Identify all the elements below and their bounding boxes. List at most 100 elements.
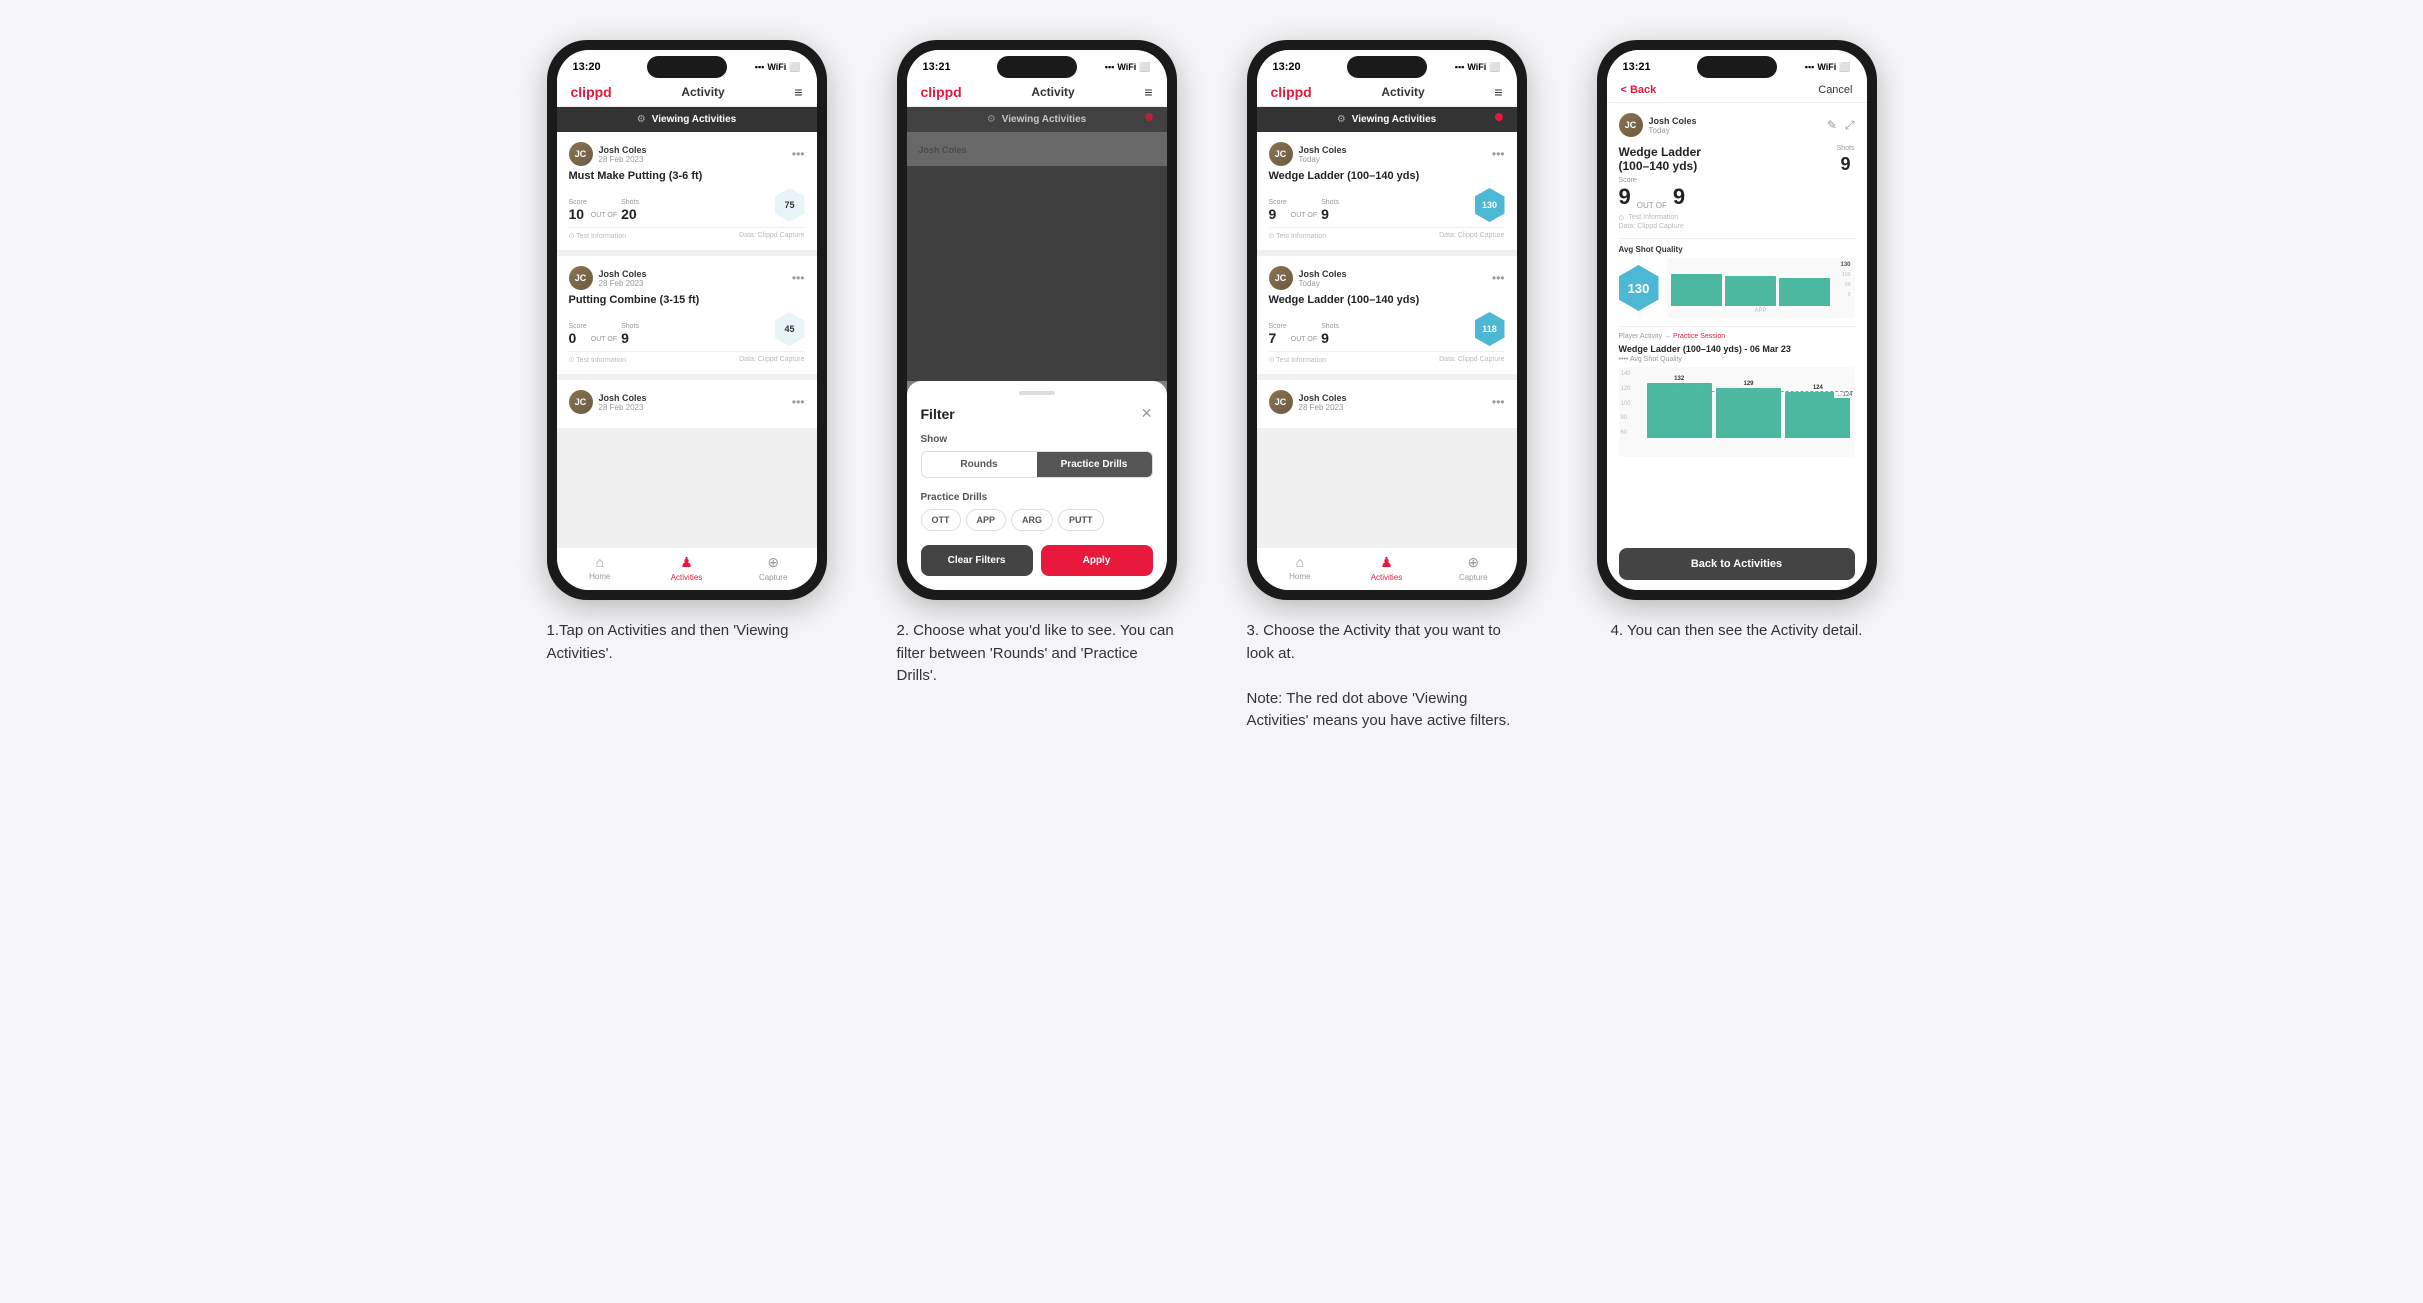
app-logo-1: clippd [571, 84, 612, 100]
score-val-1-2: 0 [569, 330, 587, 346]
filter-sheet: Filter ✕ Show Rounds Practice Drills Pra… [907, 381, 1167, 590]
app-navbar-3: clippd Activity ≡ [1257, 78, 1517, 107]
detail-score-shots-block: Shots 9 [1837, 145, 1855, 175]
wifi-icon-2: WiFi [1117, 62, 1136, 72]
y-axis: 140 120 100 80 60 [1621, 371, 1631, 436]
phone-1: 13:20 ▪▪▪ WiFi ⬜ clippd Activity ≡ ⚙ V [547, 40, 827, 600]
out-of-1-2: OUT OF [591, 336, 617, 343]
detail-out-of: OUT OF [1637, 201, 1667, 210]
nav-title-3: Activity [1381, 85, 1424, 99]
caption-3: 3. Choose the Activity that you want to … [1247, 620, 1527, 733]
nav-activities-1[interactable]: ♟ Activities [643, 554, 730, 582]
more-icon-1-1[interactable]: ••• [792, 147, 805, 161]
card-name-3-3: Josh Coles [1299, 393, 1347, 403]
close-filter-button[interactable]: ✕ [1141, 405, 1153, 422]
out-of-1-1: OUT OF [591, 212, 617, 219]
card-user-info-3-2: JC Josh Coles Today [1269, 266, 1347, 290]
rounds-tab[interactable]: Rounds [922, 452, 1037, 477]
practice-drills-tab[interactable]: Practice Drills [1037, 452, 1152, 477]
session-bar-col-2: 129 [1716, 381, 1781, 438]
hamburger-icon-2[interactable]: ≡ [1144, 84, 1152, 100]
more-icon-1-3[interactable]: ••• [792, 395, 805, 409]
capture-icon-1: ⊕ [767, 554, 779, 571]
shots-val-3-1: 9 [1321, 206, 1339, 222]
chip-ott[interactable]: OTT [921, 509, 961, 531]
viewing-banner-3[interactable]: ⚙ Viewing Activities [1257, 107, 1517, 132]
card-date-1-3: 28 Feb 2023 [599, 403, 647, 412]
stats-row-3-2: Score 7 OUT OF Shots 9 118 [1269, 312, 1505, 346]
more-icon-3-3[interactable]: ••• [1492, 395, 1505, 409]
chip-app[interactable]: APP [966, 509, 1007, 531]
step-3-col: 13:20 ▪▪▪ WiFi ⬜ clippd Activity ≡ ⚙ V [1227, 40, 1547, 733]
score-val-3-2: 7 [1269, 330, 1287, 346]
more-icon-1-2[interactable]: ••• [792, 271, 805, 285]
back-to-activities-button[interactable]: Back to Activities [1619, 548, 1855, 580]
nav-home-3[interactable]: ⌂ Home [1257, 554, 1344, 582]
nav-activities-3[interactable]: ♟ Activities [1343, 554, 1430, 582]
chip-putt[interactable]: PUTT [1058, 509, 1104, 531]
filter-icon-2: ⚙ [987, 114, 996, 125]
shots-val-1-2: 9 [621, 330, 639, 346]
card-user-info: JC Josh Coles 28 Feb 2023 [569, 142, 647, 166]
banner-text-1: Viewing Activities [652, 114, 736, 125]
activity-card-1-1[interactable]: JC Josh Coles 28 Feb 2023 ••• Must Make … [557, 132, 817, 250]
avg-sq-title: Avg Shot Quality [1619, 245, 1855, 254]
nav-capture-1[interactable]: ⊕ Capture [730, 554, 817, 582]
card-date-3-2: Today [1299, 279, 1347, 288]
card-user-info-3-3: JC Josh Coles 28 Feb 2023 [1269, 390, 1347, 414]
status-time-4: 13:21 [1623, 61, 1651, 73]
edit-icon[interactable]: ✎ [1827, 118, 1837, 133]
nav-capture-3[interactable]: ⊕ Capture [1430, 554, 1517, 582]
activity-card-1-3[interactable]: JC Josh Coles 28 Feb 2023 ••• [557, 380, 817, 428]
shot-quality-badge-3-1: 130 [1475, 188, 1505, 222]
activity-card-3-2[interactable]: JC Josh Coles Today ••• Wedge Ladder (10… [1257, 256, 1517, 374]
detail-user-info: JC Josh Coles Today [1619, 113, 1697, 137]
status-icons-4: ▪▪▪ WiFi ⬜ [1805, 62, 1851, 73]
shot-quality-badge-1-1: 75 [775, 188, 805, 222]
status-time-3: 13:20 [1273, 61, 1301, 73]
red-dot-3 [1495, 113, 1503, 121]
nav-home-1[interactable]: ⌂ Home [557, 554, 644, 582]
hamburger-icon-1[interactable]: ≡ [794, 84, 802, 100]
clear-filters-button[interactable]: Clear Filters [921, 545, 1033, 576]
more-icon-3-2[interactable]: ••• [1492, 271, 1505, 285]
bar-2 [1725, 276, 1776, 306]
activity-card-3-1[interactable]: JC Josh Coles Today ••• Wedge Ladder (10… [1257, 132, 1517, 250]
activities-label-3: Activities [1371, 573, 1403, 582]
card-name-3-2: Josh Coles [1299, 269, 1347, 279]
player-activity-label: Player Activity → Practice Session [1619, 333, 1855, 340]
avatar-4: JC [1619, 113, 1643, 137]
card-date-1-2: 28 Feb 2023 [599, 279, 647, 288]
activity-card-3-3[interactable]: JC Josh Coles 28 Feb 2023 ••• [1257, 380, 1517, 428]
expand-icon[interactable]: ⤢ [1845, 118, 1855, 133]
y-100: 100 [1621, 401, 1631, 407]
footer-right-1-1: Data: Clippd Capture [739, 232, 804, 240]
activity-card-1-2[interactable]: JC Josh Coles 28 Feb 2023 ••• Putting Co… [557, 256, 817, 374]
more-icon-3-1[interactable]: ••• [1492, 147, 1505, 161]
back-button[interactable]: < Back [1621, 84, 1657, 96]
signal-icon-2: ▪▪▪ [1105, 62, 1115, 72]
apply-button[interactable]: Apply [1041, 545, 1153, 576]
blurred-user: Josh Coles [919, 145, 967, 155]
chip-arg[interactable]: ARG [1011, 509, 1053, 531]
hamburger-icon-3[interactable]: ≡ [1494, 84, 1502, 100]
shot-quality-badge-1-2: 45 [775, 312, 805, 346]
shots-label-1-2: Shots [621, 323, 639, 330]
detail-test-info: Test Information [1628, 214, 1678, 222]
viewing-banner-1[interactable]: ⚙ Viewing Activities [557, 107, 817, 132]
score-label-1-1: Score [569, 199, 587, 206]
session-subtitle: •••• Avg Shot Quality [1619, 356, 1855, 363]
detail-content: JC Josh Coles Today ✎ ⤢ [1607, 103, 1867, 590]
card-name-3-1: Josh Coles [1299, 145, 1347, 155]
y-80: 80 [1621, 415, 1631, 421]
banner-text-2: Viewing Activities [1002, 114, 1086, 125]
filter-title: Filter [921, 406, 955, 422]
out-of-3-2: OUT OF [1291, 336, 1317, 343]
activities-icon-1: ♟ [680, 554, 693, 571]
cancel-button[interactable]: Cancel [1818, 84, 1852, 96]
red-dot-2 [1145, 113, 1153, 121]
footer-left-1-1: ⊙ Test Information [569, 232, 626, 240]
home-icon-1: ⌂ [596, 554, 604, 570]
stats-row-1-2: Score 0 OUT OF Shots 9 45 [569, 312, 805, 346]
card-footer-3-1: ⊙ Test Information Data: Clippd Capture [1269, 227, 1505, 240]
